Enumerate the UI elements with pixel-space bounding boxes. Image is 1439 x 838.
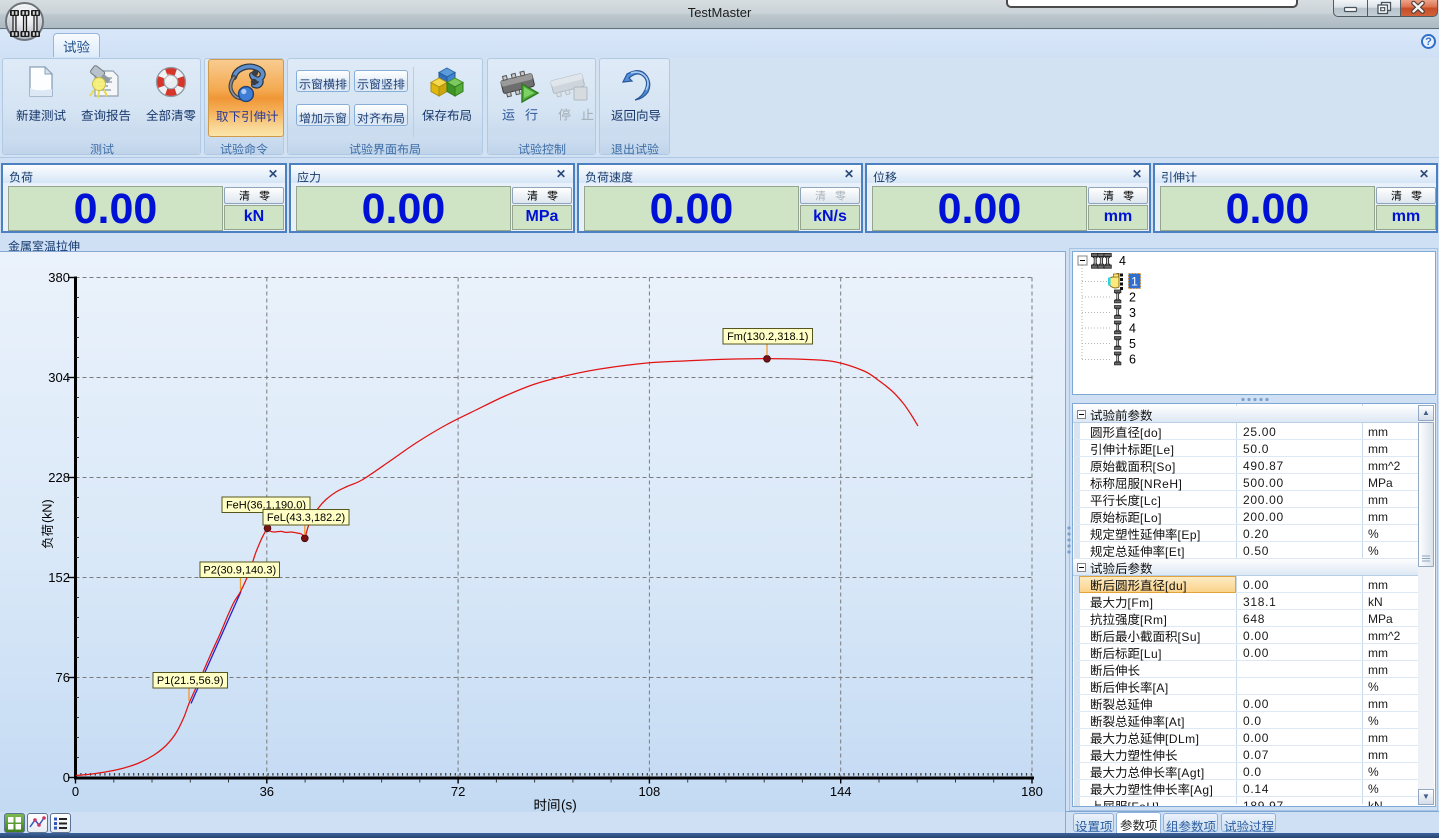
svg-text:180: 180 (1021, 784, 1043, 799)
svg-text:5: 5 (1129, 337, 1136, 351)
svg-text:3: 3 (1129, 306, 1136, 320)
svg-text:1: 1 (1131, 275, 1138, 289)
svg-text:144: 144 (830, 784, 852, 799)
svg-text:36: 36 (260, 784, 274, 799)
svg-text:152: 152 (48, 570, 70, 585)
svg-text:228: 228 (48, 470, 70, 485)
svg-text:76: 76 (56, 670, 70, 685)
svg-text:P1(21.5,56.9): P1(21.5,56.9) (157, 675, 224, 687)
svg-text:72: 72 (451, 784, 465, 799)
svg-text:(kN): (kN) (41, 499, 55, 523)
svg-text:(s): (s) (561, 798, 577, 813)
svg-text:6: 6 (1129, 353, 1136, 367)
svg-text:304: 304 (48, 370, 70, 385)
svg-text:Fm(130.2,318.1): Fm(130.2,318.1) (727, 331, 808, 343)
svg-text:4: 4 (1119, 254, 1126, 268)
svg-text:380: 380 (48, 270, 70, 285)
svg-text:FeL(43.3,182.2): FeL(43.3,182.2) (267, 512, 345, 524)
svg-text:2: 2 (1129, 291, 1136, 305)
svg-text:0: 0 (63, 770, 70, 785)
svg-text:P2(30.9,140.3): P2(30.9,140.3) (203, 565, 276, 577)
svg-text:4: 4 (1129, 322, 1136, 336)
svg-text:108: 108 (639, 784, 661, 799)
svg-text:0: 0 (72, 784, 79, 799)
